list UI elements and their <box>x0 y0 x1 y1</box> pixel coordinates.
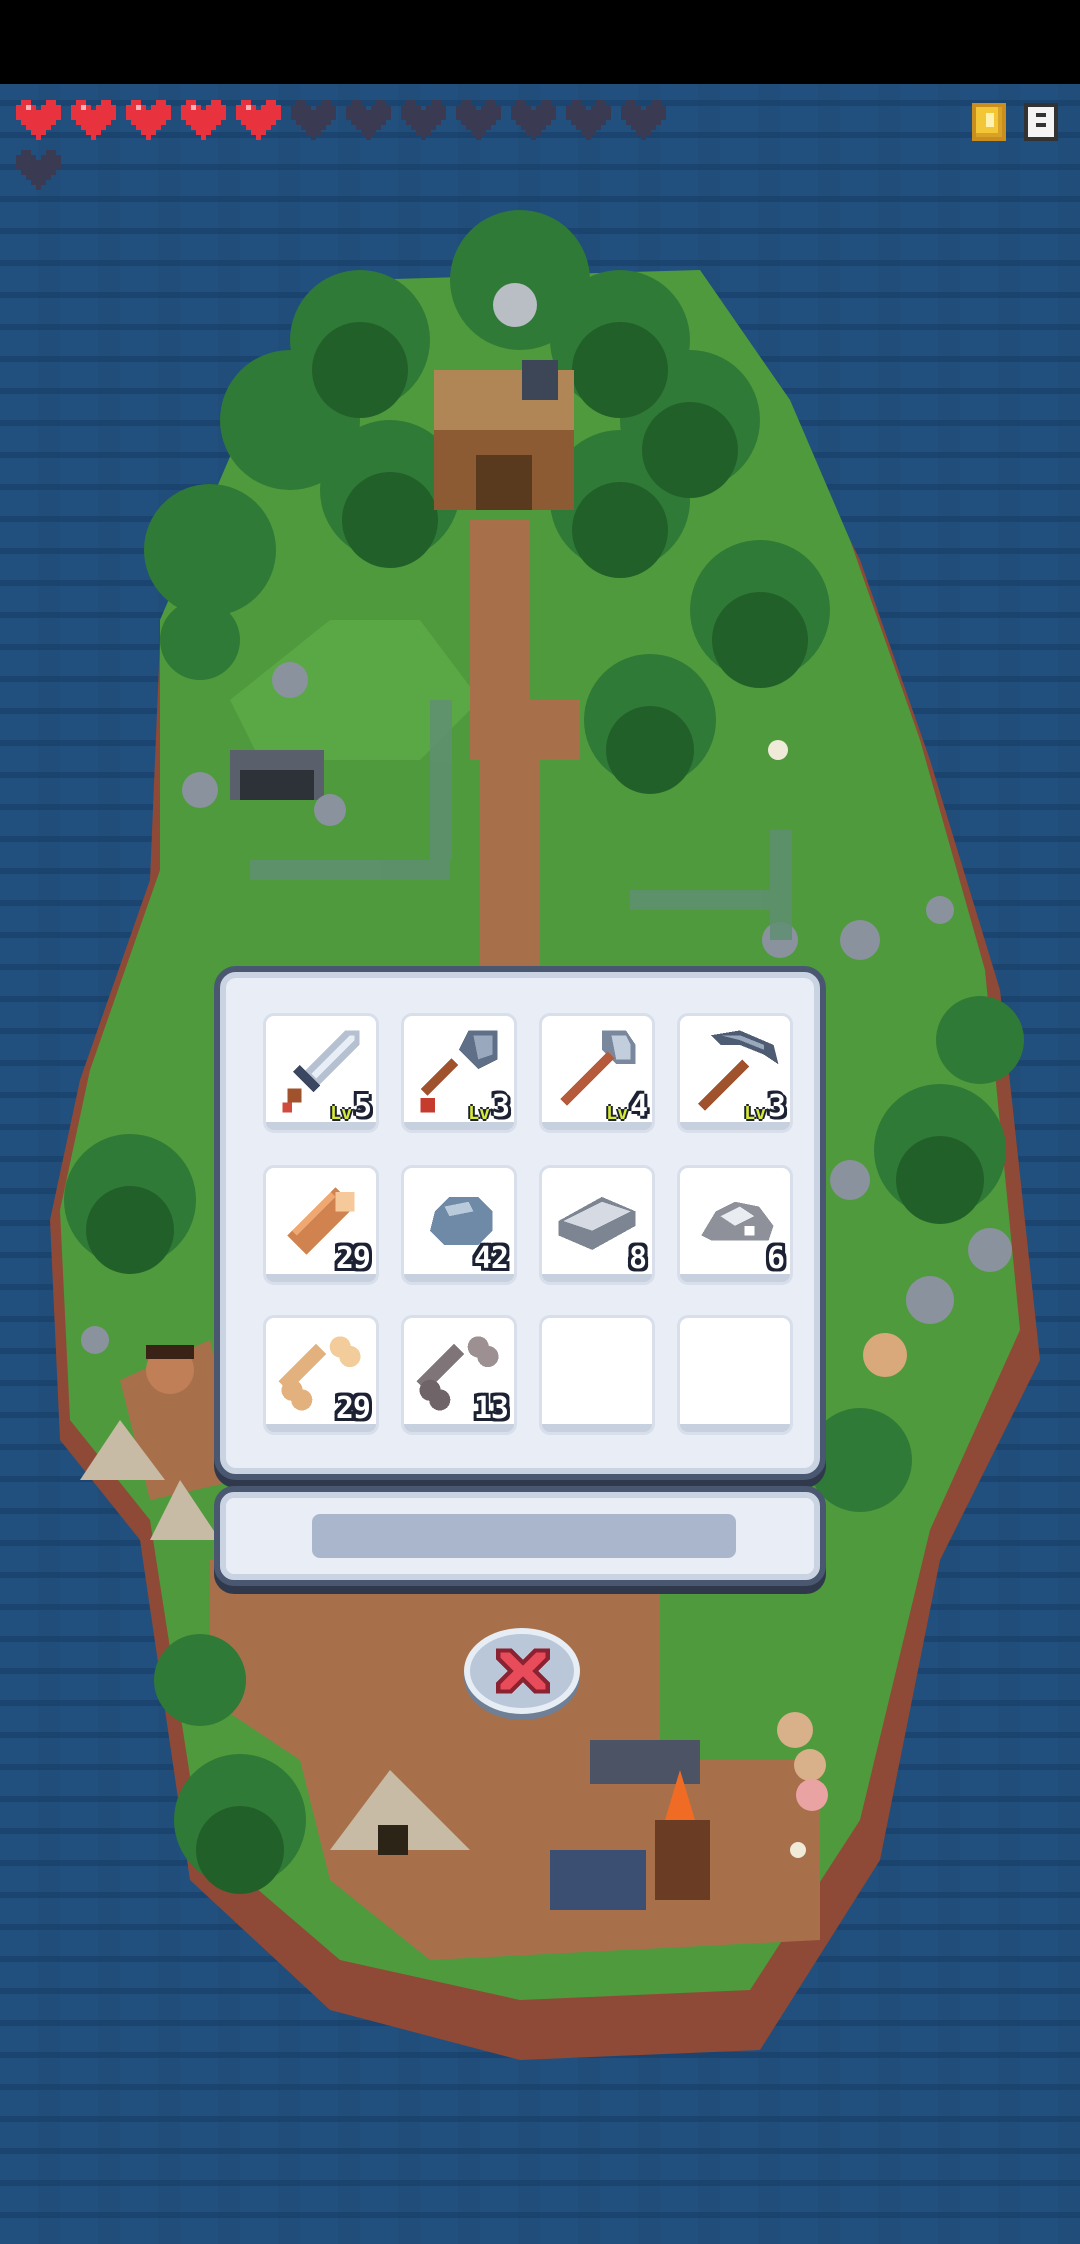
item-quantity: 6 <box>766 1241 785 1276</box>
inventory-slot[interactable]: Lv 4 <box>542 1016 652 1130</box>
heart-empty-icon <box>511 100 556 140</box>
item-info-bar <box>312 1514 736 1558</box>
heart-empty-icon <box>621 100 666 140</box>
tool-level: Lv 3 <box>468 1089 510 1124</box>
item-quantity: 8 <box>628 1241 647 1276</box>
level-prefix: Lv <box>606 1103 628 1124</box>
heart-full-icon <box>236 100 281 140</box>
level-value: 3 <box>491 1089 510 1124</box>
heart-full-icon <box>16 100 61 140</box>
heart-full-icon <box>126 100 171 140</box>
tool-level: Lv 5 <box>330 1089 372 1124</box>
item-quantity: 42 <box>473 1241 509 1276</box>
level-prefix: Lv <box>330 1103 352 1124</box>
scroll-icon[interactable] <box>1024 103 1058 141</box>
inventory-slot[interactable]: Lv 5 <box>266 1016 376 1130</box>
heart-empty-icon <box>456 100 501 140</box>
heart-full-icon <box>71 100 116 140</box>
inventory-slot[interactable]: Lv 3 <box>680 1016 790 1130</box>
game-screen: { "hud": { "hearts_total": 13, "hearts_f… <box>0 0 1080 2244</box>
close-button[interactable] <box>464 1628 580 1714</box>
item-quantity: 29 <box>335 1391 371 1426</box>
level-prefix: Lv <box>468 1103 490 1124</box>
heart-empty-icon <box>566 100 611 140</box>
inventory-slot[interactable] <box>542 1318 652 1432</box>
item-quantity: 29 <box>335 1241 371 1276</box>
level-value: 5 <box>353 1089 372 1124</box>
heart-full-icon <box>181 100 226 140</box>
level-value: 3 <box>767 1089 786 1124</box>
inventory-slot[interactable]: Lv 3 <box>404 1016 514 1130</box>
inventory-slot[interactable]: 8 <box>542 1168 652 1282</box>
tool-level: Lv 3 <box>744 1089 786 1124</box>
level-prefix: Lv <box>744 1103 766 1124</box>
coin-icon[interactable] <box>972 103 1006 141</box>
heart-empty-icon <box>16 150 61 190</box>
item-quantity: 13 <box>473 1391 509 1426</box>
inventory-slot[interactable] <box>680 1318 790 1432</box>
tool-level: Lv 4 <box>606 1089 648 1124</box>
heart-empty-icon <box>291 100 336 140</box>
health-hearts <box>16 100 676 190</box>
inventory-slot[interactable]: 13 <box>404 1318 514 1432</box>
inventory-panel: Lv 5 Lv 3 Lv 4 Lv 3 29 42 8 6 29 13 <box>214 966 826 1480</box>
item-info-panel <box>214 1486 826 1586</box>
inventory-slot[interactable]: 29 <box>266 1318 376 1432</box>
inventory-slot[interactable]: 42 <box>404 1168 514 1282</box>
heart-empty-icon <box>346 100 391 140</box>
close-icon <box>496 1648 550 1694</box>
heart-empty-icon <box>401 100 446 140</box>
inventory-slot[interactable]: 29 <box>266 1168 376 1282</box>
inventory-slot[interactable]: 6 <box>680 1168 790 1282</box>
level-value: 4 <box>629 1089 648 1124</box>
